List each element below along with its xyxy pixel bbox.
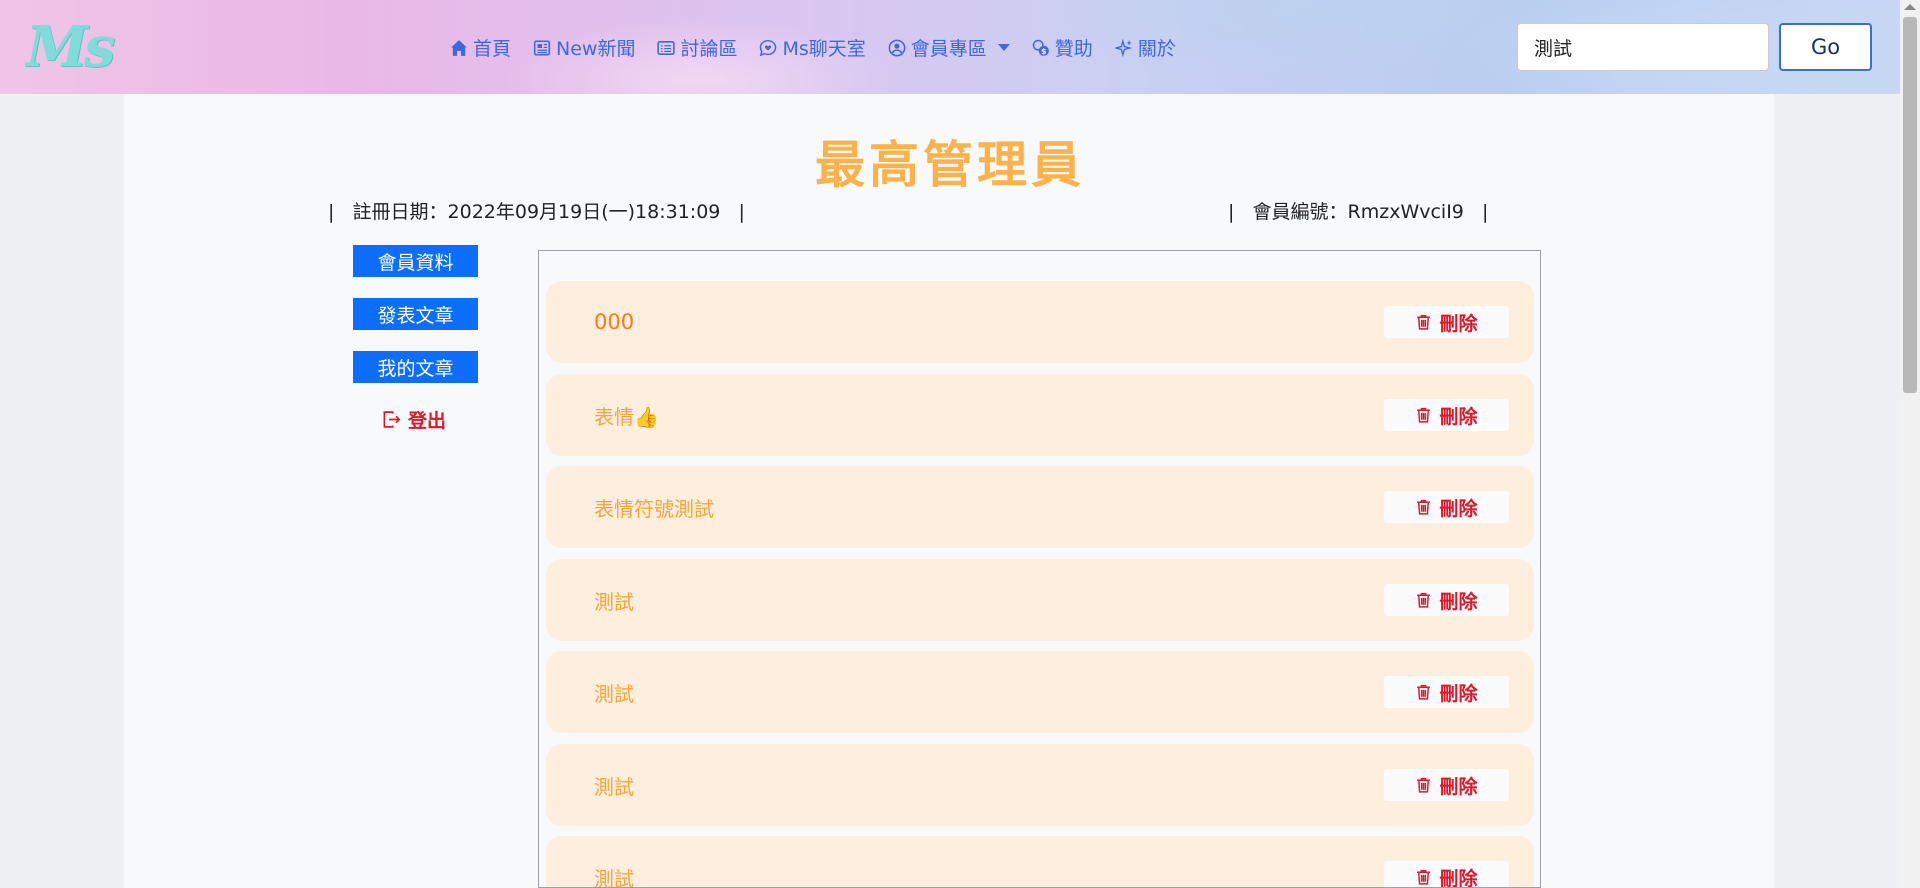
coins-icon: $: [1032, 39, 1049, 55]
nav-about-label: 關於: [1137, 38, 1176, 60]
search-input[interactable]: [1517, 23, 1769, 71]
delete-label: 刪除: [1439, 682, 1478, 705]
nav-chat-label: Ms聊天室: [782, 38, 866, 60]
post-article-button[interactable]: 發表文章: [353, 298, 478, 330]
nav-sponsor[interactable]: $ 贊助: [1032, 34, 1093, 61]
article-title[interactable]: 表情👍: [594, 374, 659, 456]
delete-label: 刪除: [1439, 867, 1478, 888]
svg-text:$: $: [1041, 46, 1046, 55]
article-item[interactable]: 測試 刪除: [546, 559, 1534, 641]
article-item[interactable]: 測試 刪除: [546, 651, 1534, 733]
delete-button[interactable]: 刪除: [1384, 399, 1509, 431]
article-item[interactable]: 表情符號測試 刪除: [546, 466, 1534, 548]
chat-heart-icon: [760, 39, 777, 56]
delete-button[interactable]: 刪除: [1384, 769, 1509, 801]
article-title[interactable]: 測試: [594, 559, 634, 641]
sparkles-icon: [1114, 38, 1132, 57]
logout-label: 登出: [408, 410, 447, 432]
scrollbar[interactable]: [1900, 0, 1920, 888]
delete-label: 刪除: [1439, 497, 1478, 520]
nav-sponsor-label: 贊助: [1054, 38, 1093, 60]
member-id: | 會員編號：RmzxWvciI9 |: [1228, 201, 1489, 223]
header: Ms 首頁 New新聞 討論區 Ms聊天室 會員專區 $ 贊助 關於 測試 Go: [0, 0, 1900, 94]
article-title[interactable]: 測試: [594, 744, 634, 826]
site-logo[interactable]: Ms: [26, 14, 115, 80]
nav-news[interactable]: New新聞: [533, 34, 635, 61]
go-button[interactable]: Go: [1779, 23, 1872, 71]
delete-button[interactable]: 刪除: [1384, 306, 1509, 338]
article-title[interactable]: 表情符號測試: [594, 466, 714, 548]
home-icon: [451, 39, 467, 56]
chevron-down-icon: [997, 44, 1010, 51]
nav-forum-label: 討論區: [680, 38, 738, 60]
trash-icon: [1417, 314, 1431, 330]
article-title[interactable]: 測試: [594, 836, 634, 888]
trash-icon: [1417, 869, 1431, 885]
delete-button[interactable]: 刪除: [1384, 491, 1509, 523]
nav-news-label: New新聞: [556, 38, 636, 60]
article-item[interactable]: 表情👍 刪除: [546, 374, 1534, 456]
nav-chat[interactable]: Ms聊天室: [759, 34, 866, 61]
person-circle-icon: [888, 39, 906, 56]
main-nav: 首頁 New新聞 討論區 Ms聊天室 會員專區 $ 贊助 關於: [450, 34, 1176, 61]
newspaper-icon: [533, 39, 551, 56]
trash-icon: [1417, 499, 1431, 515]
scrollbar-thumb[interactable]: [1903, 17, 1917, 393]
nav-home[interactable]: 首頁: [450, 34, 511, 61]
trash-icon: [1417, 407, 1431, 423]
nav-member[interactable]: 會員專區: [888, 34, 1010, 61]
delete-button[interactable]: 刪除: [1384, 676, 1509, 708]
article-item[interactable]: 測試 刪除: [546, 836, 1534, 888]
delete-label: 刪除: [1439, 405, 1478, 428]
logout-button[interactable]: 登出: [382, 406, 446, 433]
delete-label: 刪除: [1439, 312, 1478, 335]
nav-forum[interactable]: 討論區: [657, 34, 737, 61]
trash-icon: [1417, 684, 1431, 700]
member-info-button[interactable]: 會員資料: [353, 245, 478, 277]
scroll-up-arrow-icon[interactable]: [1904, 4, 1916, 10]
article-title[interactable]: 測試: [594, 651, 634, 733]
nav-member-label: 會員專區: [910, 38, 987, 60]
card-list-icon: [657, 40, 676, 55]
delete-button[interactable]: 刪除: [1384, 584, 1509, 616]
article-title[interactable]: 000: [594, 281, 634, 363]
article-item[interactable]: 000 刪除: [546, 281, 1534, 363]
my-articles-button[interactable]: 我的文章: [353, 351, 478, 383]
nav-home-label: 首頁: [473, 38, 512, 60]
logout-icon: [383, 411, 401, 428]
article-item[interactable]: 測試 刪除: [546, 744, 1534, 826]
article-list: 000 刪除 表情👍 刪除 表情符號測試 刪除 測試 刪除 測試 刪除 測試 刪…: [538, 250, 1541, 888]
trash-icon: [1417, 777, 1431, 793]
delete-button[interactable]: 刪除: [1384, 861, 1509, 888]
delete-label: 刪除: [1439, 590, 1478, 613]
register-date: | 註冊日期：2022年09月19日(一)18:31:09 |: [328, 201, 745, 223]
page-title: 最高管理員: [815, 136, 1085, 194]
delete-label: 刪除: [1439, 775, 1478, 798]
trash-icon: [1417, 592, 1431, 608]
nav-about[interactable]: 關於: [1114, 34, 1176, 61]
